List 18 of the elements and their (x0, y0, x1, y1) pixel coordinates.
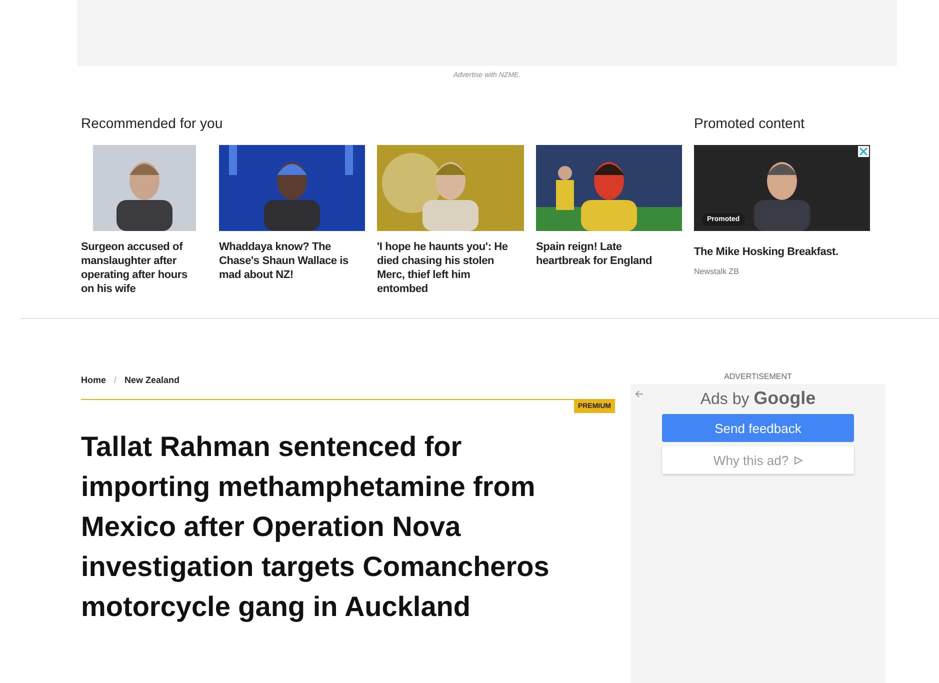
article-headline: Tallat Rahman sentenced for importing methamphetamine from Mexico after Operation Nova investigation targets Comancheros motorcycle gang in Auckland (81, 430, 550, 624)
ad-label: ADVERTISEMENT (723, 372, 793, 383)
article-link[interactable]: 'I hope he haunts you': He died chasing his stolen Merc, thief left him entombed (377, 240, 524, 296)
article-link[interactable]: Spain reign! Late heartbreak for England (536, 240, 682, 268)
breadcrumb-link[interactable]: Home (81, 375, 106, 385)
breadcrumb-separator: / (114, 375, 117, 385)
article-link[interactable]: The Mike Hosking Breakfast. (694, 245, 870, 259)
back-arrow-icon[interactable] (635, 390, 644, 398)
play-icon (794, 456, 803, 464)
section-heading: Promoted content (694, 115, 806, 133)
feedback-button[interactable]: Send feedback (662, 414, 854, 442)
article-link[interactable]: Surgeon accused of manslaughter after operating after hours on his wife (81, 240, 207, 296)
close-icon[interactable] (858, 146, 869, 157)
ads-by-google: Ads by Google (700, 388, 816, 409)
article-link[interactable]: Whaddaya know? The Chase's Shaun Wallace is mad about NZ! (219, 240, 365, 282)
section-heading: Recommended for you (81, 115, 224, 133)
breadcrumb-link[interactable]: New Zealand (124, 375, 180, 385)
source-label: Newstalk ZB (694, 267, 740, 276)
